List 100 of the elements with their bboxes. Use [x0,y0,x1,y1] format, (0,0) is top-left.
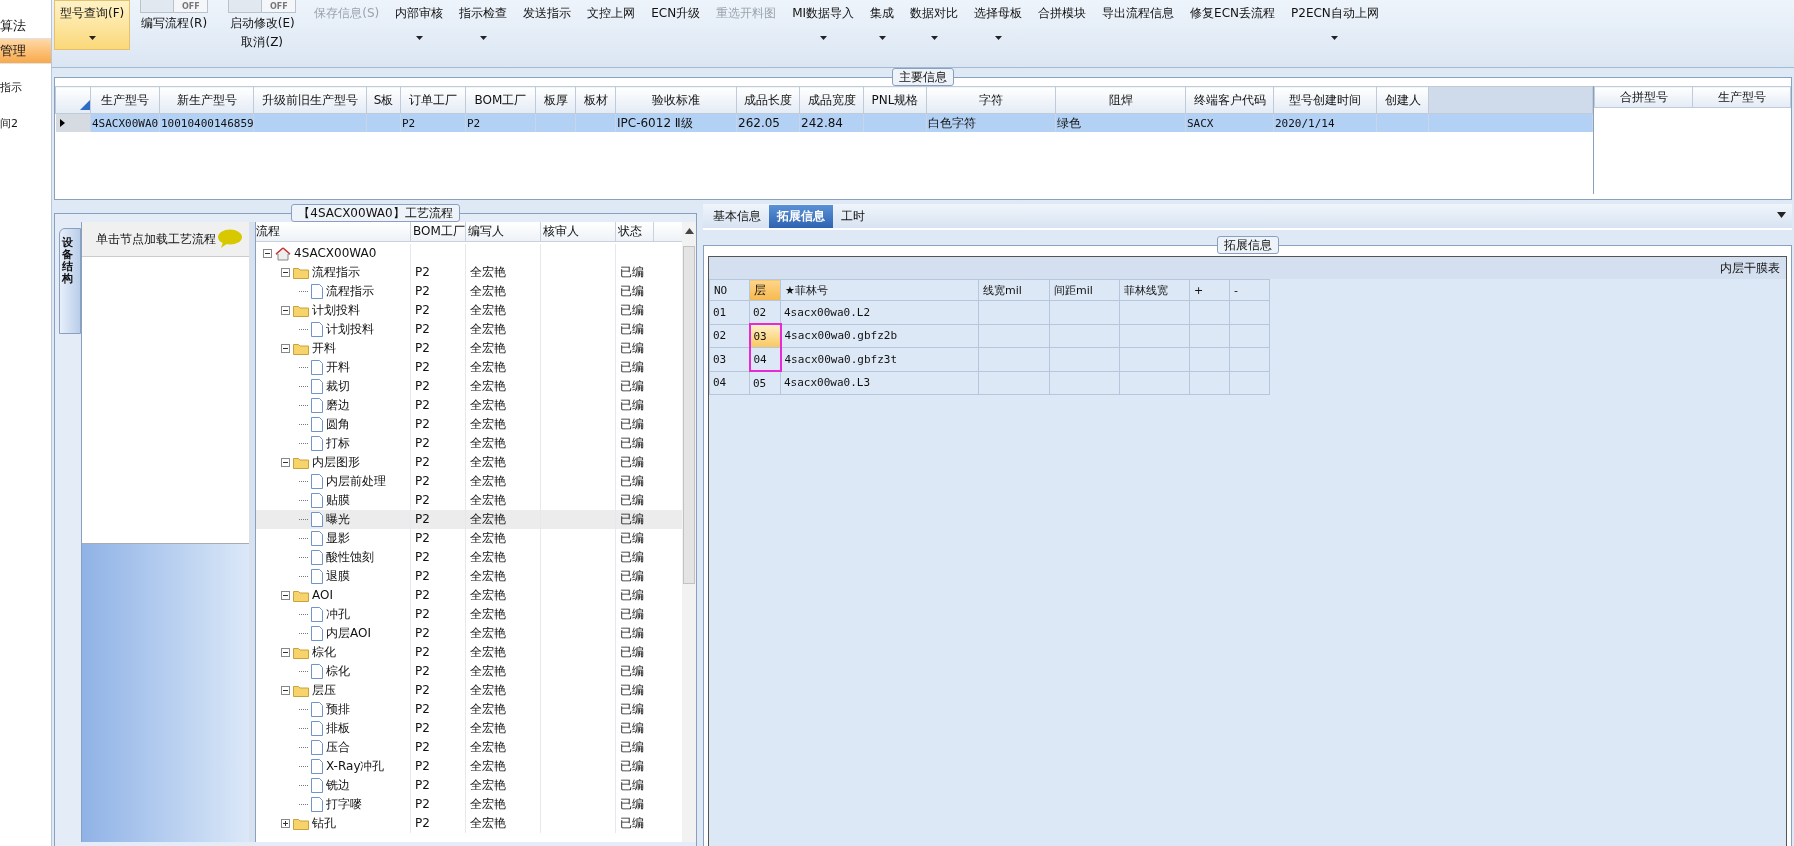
expander-icon[interactable] [281,648,290,657]
tree-node-label[interactable]: 内层前处理 [326,472,386,491]
tree-node-label[interactable]: X-Ray冲孔 [326,757,385,776]
column-header[interactable]: 订单工厂 [400,86,466,114]
tree-node-label[interactable]: 预排 [326,700,350,719]
toolbar-button[interactable]: 文控上网 [579,0,644,50]
column-header[interactable]: 流程 [256,222,411,241]
toggle-switch[interactable]: OFF [140,0,209,13]
column-header[interactable]: 状态 [616,222,654,241]
column-header[interactable]: 验收标准 [615,86,737,114]
column-header[interactable]: 字符 [926,86,1056,114]
tree-node-label[interactable]: 铣边 [326,776,350,795]
column-header[interactable]: 菲林线宽 [1119,279,1190,301]
tree-node-label[interactable]: 层压 [312,681,336,700]
column-header[interactable]: 型号创建时间 [1273,86,1377,114]
toolbar-button[interactable]: 修复ECN丢流程 [1182,0,1284,50]
expander-icon[interactable] [281,306,290,315]
expander-icon[interactable] [281,458,290,467]
tree-node-label[interactable]: 贴膜 [326,491,350,510]
tree-node-label[interactable]: 流程指示 [326,282,374,301]
nav-item[interactable]: 间2 [0,112,51,136]
column-header[interactable]: BOM工厂 [411,222,466,241]
column-header[interactable]: 线宽mil [978,279,1050,301]
column-header[interactable]: 间距mil [1049,279,1120,301]
nav-item[interactable]: 指示 [0,76,51,100]
tree-node-label[interactable]: 开料 [326,358,350,377]
scrollbar[interactable] [682,222,696,842]
column-header[interactable]: BOM工厂 [465,86,536,114]
toolbar-button[interactable]: 集成 [862,0,903,50]
toolbar-button[interactable]: 导出流程信息 [1094,0,1183,50]
column-header[interactable]: 生产型号 [90,86,160,114]
toolbar-button[interactable]: 内部审核 [387,0,452,50]
toolbar-button[interactable]: 选择母板 [966,0,1031,50]
toolbar-button[interactable]: 指示检查 [451,0,516,50]
column-header[interactable]: PNL规格 [863,86,927,114]
tree-node-label[interactable]: 棕化 [312,643,336,662]
splitter-handle[interactable] [249,222,255,842]
tree-node-label[interactable]: 排板 [326,719,350,738]
nav-item[interactable]: 管理 [0,39,51,64]
toolbar-button[interactable]: 合拼模块 [1030,0,1095,50]
toolbar-button[interactable]: 启动修改(E) [229,13,295,32]
tree-node-label[interactable]: AOI [312,586,333,605]
side-tab[interactable]: 设备结构 [59,228,81,334]
table-cell[interactable]: 03 [749,324,781,348]
expander-icon[interactable] [281,268,290,277]
tree-node-label[interactable]: 酸性蚀刻 [326,548,374,567]
column-header[interactable]: 编写人 [466,222,541,241]
column-header[interactable]: S板 [366,86,401,114]
column-header[interactable]: NO [709,279,750,301]
dropdown-arrow-icon[interactable] [1777,212,1786,218]
column-header[interactable]: 成品宽度 [799,86,864,114]
toolbar-button[interactable]: 取消(Z) [241,32,284,51]
tree-node-label[interactable]: 冲孔 [326,605,350,624]
tree-node-label[interactable]: 4SACX00WA0 [294,244,377,263]
tree-node-label[interactable]: 退膜 [326,567,350,586]
tree-node-label[interactable]: 压合 [326,738,350,757]
column-header[interactable]: 生产型号 [1692,86,1791,108]
toolbar-button[interactable]: 数据对比 [902,0,967,50]
tab[interactable]: 拓展信息 [769,205,833,228]
tree-node-label[interactable]: 打字嘜 [326,795,362,814]
column-header[interactable]: 核审人 [541,222,616,241]
table-cell[interactable]: 04 [749,347,781,371]
scroll-up-icon[interactable] [684,228,694,234]
toolbar-button[interactable]: P2ECN自动上网 [1283,0,1387,50]
column-header[interactable]: 层 [749,279,781,301]
column-header[interactable]: 成品长度 [736,86,800,114]
toolbar-button[interactable]: 编写流程(R) [141,13,208,32]
tree-node-label[interactable]: 开料 [312,339,336,358]
tree-node-label[interactable]: 显影 [326,529,350,548]
expander-icon[interactable] [281,819,290,828]
tree-node-label[interactable]: 内层图形 [312,453,360,472]
tree-node-label[interactable]: 钻孔 [312,814,336,833]
expander-icon[interactable] [263,249,272,258]
tree-node-label[interactable]: 计划投料 [326,320,374,339]
toolbar-button[interactable]: MI数据导入 [784,0,863,50]
column-header[interactable]: ★菲林号 [780,279,979,301]
tree-node-label[interactable]: 棕化 [326,662,350,681]
tree-node-label[interactable]: 磨边 [326,396,350,415]
toggle-switch[interactable]: OFF [228,0,297,13]
expander-icon[interactable] [281,686,290,695]
column-header[interactable]: 合拼型号 [1594,86,1693,108]
tree-node-label[interactable]: 圆角 [326,415,350,434]
column-header[interactable]: + [1189,279,1230,301]
column-header[interactable]: 新生产型号 [159,86,254,114]
column-header[interactable]: 板材 [575,86,616,114]
tree-node-label[interactable]: 内层AOI [326,624,371,643]
tab[interactable]: 基本信息 [705,205,769,228]
tree-node-label[interactable]: 打标 [326,434,350,453]
toolbar-button[interactable]: 型号查询(F) [54,0,131,50]
scroll-thumb[interactable] [683,246,695,584]
table-cell[interactable]: 05 [749,371,781,395]
toolbar-button[interactable]: 发送指示 [515,0,580,50]
tree-node-label[interactable]: 计划投料 [312,301,360,320]
toolbar-button[interactable]: ECN升级 [643,0,709,50]
expander-icon[interactable] [281,344,290,353]
column-header[interactable]: 阻焊 [1055,86,1186,114]
tree-node-label[interactable]: 流程指示 [312,263,360,282]
tree-node-label[interactable]: 裁切 [326,377,350,396]
column-header[interactable]: - [1229,279,1270,301]
column-header[interactable]: 升级前旧生产型号 [253,86,367,114]
